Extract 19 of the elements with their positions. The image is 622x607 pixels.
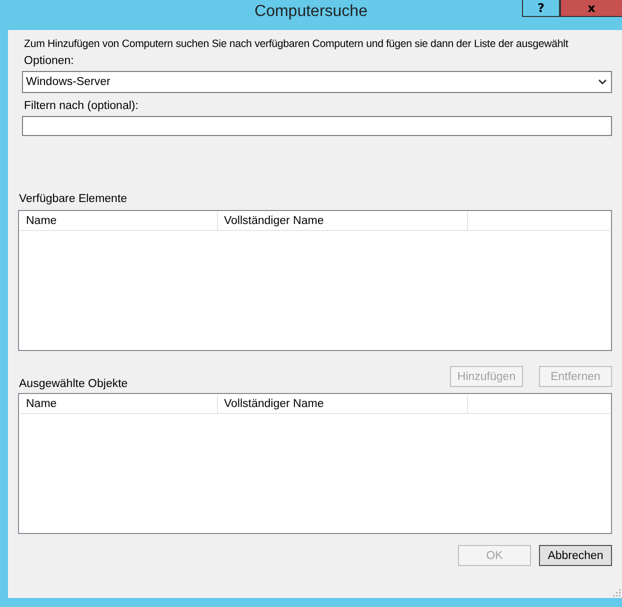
help-button[interactable]: ?	[522, 0, 560, 17]
cancel-button[interactable]: Abbrechen	[539, 545, 612, 566]
instruction-text: Zum Hinzufügen von Computern suchen Sie nach verfügbaren Computern und fügen sie dann der Liste der ausgewählt	[24, 38, 568, 51]
column-header[interactable]: Name	[20, 212, 218, 230]
window-title: Computersuche	[254, 2, 368, 22]
chevron-down-icon	[598, 79, 607, 85]
filter-label: Filtern nach (optional):	[24, 100, 140, 112]
column-header[interactable]: Vollständiger Name	[218, 212, 468, 230]
close-button[interactable]: x	[560, 0, 622, 17]
column-header[interactable]: Vollständiger Name	[218, 395, 468, 413]
selected-objects-label: Ausgewählte Objekte	[19, 378, 129, 390]
resize-grip-icon[interactable]	[613, 589, 621, 597]
available-items-label: Verfügbare Elemente	[19, 193, 128, 205]
list-view[interactable]: Name Vollständiger Name	[18, 210, 612, 351]
filter-field[interactable]	[22, 116, 612, 136]
options-label: Optionen:	[24, 55, 75, 67]
column-header[interactable]: Name	[20, 395, 218, 413]
options-dropdown[interactable]: Windows-Server	[22, 71, 612, 93]
list-view[interactable]: Name Vollständiger Name	[18, 393, 612, 534]
